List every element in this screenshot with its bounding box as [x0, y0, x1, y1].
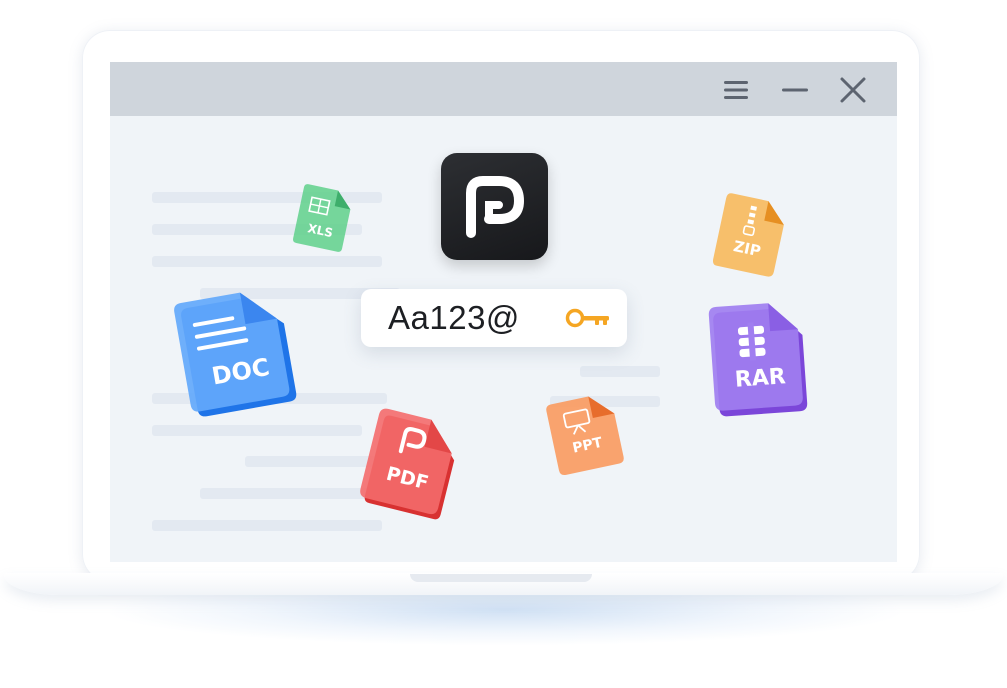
- password-value: Aa123@: [388, 299, 520, 336]
- rar-file-icon: RAR: [706, 297, 812, 422]
- minimize-icon[interactable]: [780, 75, 810, 105]
- doc-file-icon: DOC: [168, 279, 306, 424]
- app-logo: [441, 153, 548, 260]
- placeholder-line: [580, 366, 660, 377]
- p-logo-icon: [466, 176, 524, 238]
- window-titlebar: [110, 62, 897, 116]
- placeholder-line: [152, 256, 382, 267]
- password-field[interactable]: Aa123@: [361, 289, 627, 347]
- placeholder-line: [152, 520, 382, 531]
- placeholder-line: [152, 425, 362, 436]
- laptop-notch: [410, 574, 592, 582]
- menu-icon[interactable]: [721, 75, 751, 105]
- close-icon[interactable]: [838, 75, 868, 105]
- key-icon: [565, 308, 609, 328]
